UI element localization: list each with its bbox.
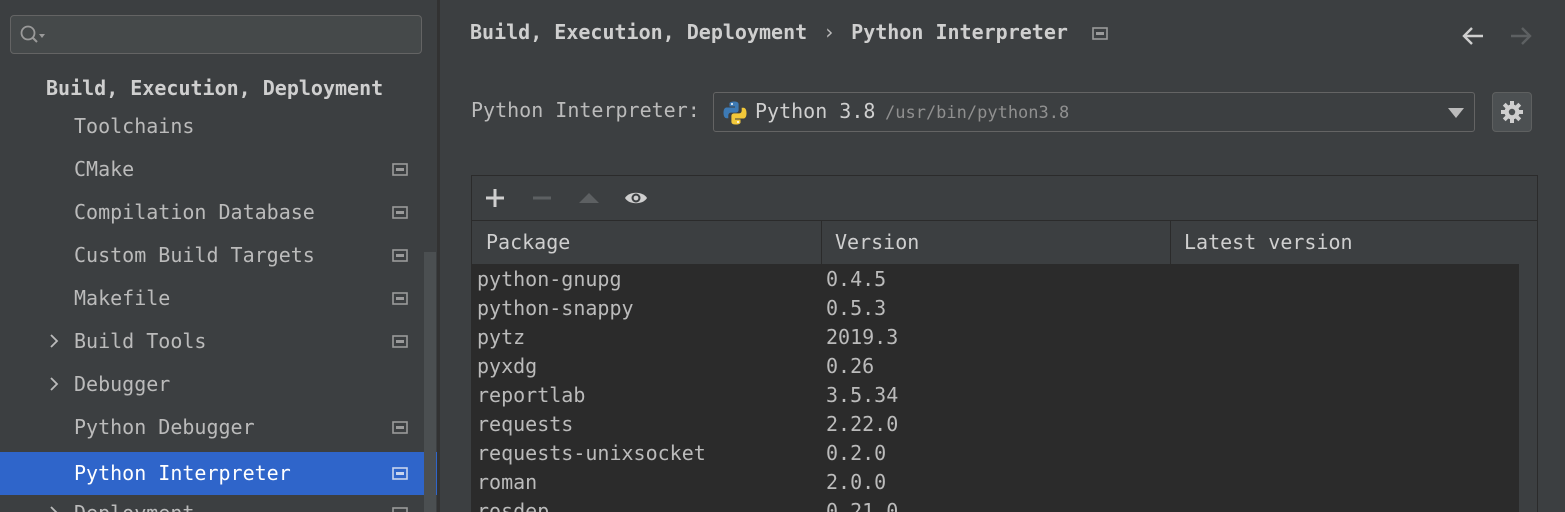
sidebar-item-label: Deployment: [74, 492, 194, 512]
project-settings-icon: [392, 335, 408, 348]
table-header: Package Version Latest version: [472, 221, 1519, 265]
package-version: 2.0.0: [826, 470, 887, 494]
sidebar-item-custom-build-targets[interactable]: Custom Build Targets: [0, 234, 437, 277]
sidebar-item-makefile[interactable]: Makefile: [0, 277, 437, 320]
table-row[interactable]: rosdep 0.21.0: [472, 497, 1519, 512]
chevron-right-icon[interactable]: [48, 377, 60, 391]
column-header-latest-version[interactable]: Latest version: [1184, 221, 1353, 264]
sidebar-item-label: CMake: [74, 157, 135, 181]
sidebar-item-label: Build Tools: [74, 329, 207, 353]
package-version: 2019.3: [826, 325, 899, 349]
packages-toolbar: [472, 176, 1537, 221]
interpreter-label: Python Interpreter:: [471, 98, 700, 122]
settings-search-box[interactable]: [10, 15, 422, 54]
table-scrollbar-track[interactable]: [1519, 221, 1537, 512]
table-row[interactable]: python-gnupg 0.4.5: [472, 265, 1519, 294]
search-icon: [20, 25, 45, 43]
table-row[interactable]: requests 2.22.0: [472, 410, 1519, 439]
breadcrumb-separator: ›: [823, 20, 836, 44]
package-name: python-gnupg: [477, 267, 622, 291]
dropdown-arrow-icon[interactable]: [1448, 108, 1464, 118]
table-row[interactable]: python-snappy 0.5.3: [472, 294, 1519, 323]
forward-arrow-icon[interactable]: [1508, 24, 1534, 48]
show-early-releases-icon[interactable]: [624, 186, 648, 210]
sidebar-item-label: Compilation Database: [74, 200, 315, 224]
sidebar-item-compilation-database[interactable]: Compilation Database: [0, 191, 437, 234]
package-version: 2.22.0: [826, 412, 899, 436]
table-row[interactable]: requests-unixsocket 0.2.0: [472, 439, 1519, 468]
package-name: pyxdg: [477, 354, 538, 378]
sidebar-item-python-debugger[interactable]: Python Debugger: [0, 406, 437, 449]
table-row[interactable]: pyxdg 0.26: [472, 352, 1519, 381]
breadcrumb-current: Python Interpreter: [851, 20, 1068, 44]
upgrade-icon[interactable]: [577, 186, 601, 210]
sidebar-item-deployment[interactable]: Deployment: [0, 492, 437, 512]
column-divider[interactable]: [821, 221, 822, 264]
package-version: 0.5.3: [826, 296, 887, 320]
settings-sidebar: Build, Execution, Deployment Toolchains …: [0, 0, 437, 512]
package-version: 0.4.5: [826, 267, 887, 291]
package-version: 3.5.34: [826, 383, 899, 407]
project-settings-icon: [392, 163, 408, 176]
gear-icon: [1501, 101, 1523, 123]
breadcrumb: Build, Execution, Deployment › Python Inte…: [470, 20, 1108, 44]
package-name: roman: [477, 470, 538, 494]
sidebar-item-label: Makefile: [74, 286, 171, 310]
project-settings-icon: [392, 467, 408, 480]
package-version: 0.21.0: [826, 499, 899, 512]
packages-panel: Package Version Latest version python-gn…: [471, 175, 1538, 512]
project-settings-icon: [392, 292, 408, 305]
interpreter-name: Python 3.8: [755, 99, 876, 123]
project-settings-icon: [392, 206, 408, 219]
sidebar-section-title: Build, Execution, Deployment: [46, 76, 384, 100]
remove-icon[interactable]: [530, 186, 554, 210]
interpreter-dropdown[interactable]: Python 3.8 /usr/bin/python3.8: [713, 92, 1475, 132]
breadcrumb-parent[interactable]: Build, Execution, Deployment: [470, 20, 807, 44]
package-version: 0.2.0: [826, 441, 887, 465]
packages-table: Package Version Latest version python-gn…: [472, 221, 1519, 512]
sidebar-item-label: Python Debugger: [74, 415, 255, 439]
column-header-package[interactable]: Package: [486, 221, 570, 264]
package-name: rosdep: [477, 499, 550, 512]
sidebar-item-label: Custom Build Targets: [74, 243, 315, 267]
package-name: pytz: [477, 325, 526, 349]
table-row[interactable]: reportlab 3.5.34: [472, 381, 1519, 410]
sidebar-item-cmake[interactable]: CMake: [0, 148, 437, 191]
interpreter-path: /usr/bin/python3.8: [885, 103, 1070, 123]
sidebar-item-label: Debugger: [74, 372, 171, 396]
python-logo-icon: [723, 101, 747, 125]
interpreter-settings-button[interactable]: [1492, 92, 1532, 132]
project-settings-icon: [392, 507, 408, 512]
column-header-version[interactable]: Version: [835, 221, 919, 264]
sidebar-item-debugger[interactable]: Debugger: [0, 363, 437, 406]
chevron-right-icon[interactable]: [48, 334, 60, 348]
sidebar-scrollbar[interactable]: [424, 252, 436, 512]
sidebar-item-build-tools[interactable]: Build Tools: [0, 320, 437, 363]
project-settings-icon: [392, 421, 408, 434]
sidebar-item-toolchains[interactable]: Toolchains: [0, 105, 437, 148]
project-settings-icon: [392, 249, 408, 262]
table-row[interactable]: roman 2.0.0: [472, 468, 1519, 497]
package-name: python-snappy: [477, 296, 634, 320]
chevron-right-icon[interactable]: [48, 506, 60, 512]
sidebar-item-label: Toolchains: [74, 114, 195, 138]
back-arrow-icon[interactable]: [1460, 24, 1486, 48]
add-icon[interactable]: [483, 186, 507, 210]
settings-search-input[interactable]: [51, 19, 415, 51]
settings-content: Build, Execution, Deployment › Python Inte…: [440, 0, 1565, 512]
package-name: requests: [477, 412, 574, 436]
sidebar-item-python-interpreter[interactable]: Python Interpreter: [0, 452, 437, 495]
sidebar-item-label: Python Interpreter: [74, 461, 291, 485]
package-name: requests-unixsocket: [477, 441, 706, 465]
column-divider[interactable]: [1170, 221, 1171, 264]
project-settings-icon: [1092, 27, 1108, 40]
package-version: 0.26: [826, 354, 875, 378]
package-name: reportlab: [477, 383, 586, 407]
table-row[interactable]: pytz 2019.3: [472, 323, 1519, 352]
